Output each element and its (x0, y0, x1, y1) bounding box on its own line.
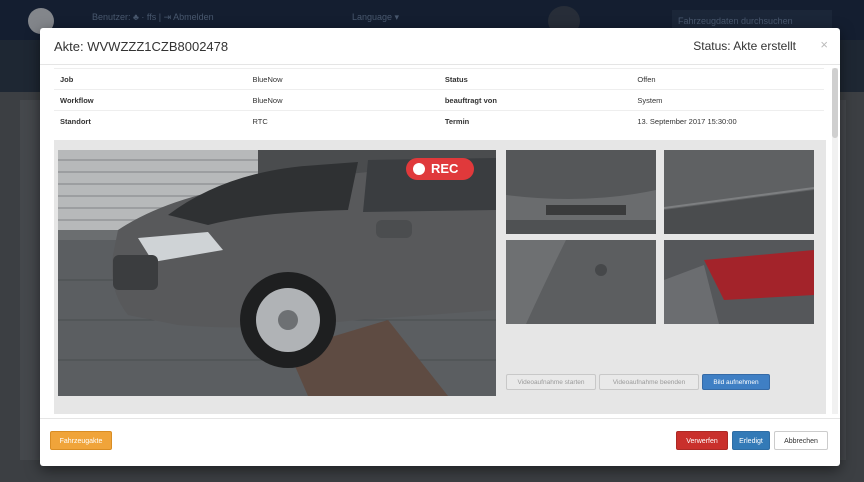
workflow-value: BlueNow (246, 89, 439, 111)
car-video-image (58, 150, 496, 396)
rec-label: REC (431, 161, 459, 176)
modal-body: Job BlueNow Status Offen Workflow BlueNo… (54, 68, 826, 414)
modal-title: Akte: WVWZZZ1CZB8002478 (54, 39, 229, 54)
vehicle-record-button[interactable]: Fahrzeugakte (50, 431, 112, 450)
taillight-photo (664, 240, 814, 324)
take-picture-button[interactable]: Bild aufnehmen (702, 374, 770, 390)
close-icon[interactable]: × (820, 37, 828, 52)
assigned-by-label: beauftragt von (438, 89, 632, 111)
start-video-button[interactable]: Videoaufnahme starten (506, 374, 596, 390)
table-row: Job BlueNow Status Offen (54, 68, 824, 90)
appointment-label: Termin (438, 110, 632, 131)
stop-video-button[interactable]: Videoaufnahme beenden (599, 374, 699, 390)
info-panel: Job BlueNow Status Offen Workflow BlueNo… (54, 68, 826, 140)
job-label: Job (54, 68, 247, 90)
photo-thumbnail[interactable] (664, 150, 814, 234)
done-button[interactable]: Erledigt (732, 431, 770, 450)
modal-footer: Fahrzeugakte Verwerfen Erledigt Abbreche… (40, 418, 840, 467)
front-bumper-photo (506, 150, 656, 234)
table-row: Workflow BlueNow beauftragt von System (54, 89, 824, 111)
modal-scrollbar[interactable] (832, 68, 838, 414)
location-value: RTC (246, 110, 439, 131)
info-table: Job BlueNow Status Offen Workflow BlueNo… (54, 68, 824, 131)
job-value: BlueNow (246, 68, 439, 90)
live-video-feed[interactable]: REC (58, 150, 496, 396)
photo-thumbnail[interactable] (506, 240, 656, 324)
record-dot-icon (413, 163, 425, 175)
photo-thumbnail[interactable] (664, 240, 814, 324)
assigned-by-value: System (631, 89, 824, 111)
status-value: Offen (631, 68, 824, 90)
reject-button[interactable]: Verwerfen (676, 431, 728, 450)
cancel-button[interactable]: Abbrechen (774, 431, 828, 450)
scrollbar-thumb[interactable] (832, 68, 838, 138)
record-status: Status: Akte erstellt (693, 39, 796, 53)
appointment-value: 13. September 2017 15:30:00 (631, 110, 824, 131)
table-row: Standort RTC Termin 13. September 2017 1… (54, 110, 824, 131)
media-area: REC Videoaufnahme starten Videoaufnahme … (54, 146, 826, 414)
status-label: Status (438, 68, 632, 90)
location-label: Standort (54, 110, 247, 131)
photo-thumbnail[interactable] (506, 150, 656, 234)
workflow-label: Workflow (54, 89, 247, 111)
side-panel-photo (664, 150, 814, 234)
recording-indicator: REC (406, 158, 474, 180)
modal-header: Akte: WVWZZZ1CZB8002478 Status: Akte ers… (40, 28, 840, 65)
vehicle-record-modal: Akte: WVWZZZ1CZB8002478 Status: Akte ers… (40, 28, 840, 466)
door-closeup-photo (506, 240, 656, 324)
